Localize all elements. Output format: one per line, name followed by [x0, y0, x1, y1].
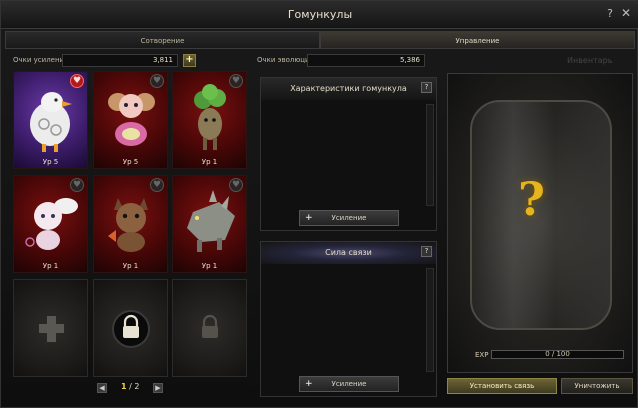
- prev-page-button[interactable]: ◀: [97, 383, 107, 393]
- homunculus-level: Ур 1: [201, 158, 218, 166]
- lock-icon: [112, 310, 150, 348]
- evolution-points-value: 5,386: [307, 54, 425, 67]
- homunculus-slot[interactable]: ♥ Ур 1: [172, 175, 247, 273]
- favorite-heart-icon[interactable]: ♥: [229, 178, 243, 192]
- next-page-button[interactable]: ▶: [153, 383, 163, 393]
- bond-scrollbar[interactable]: [426, 268, 434, 372]
- favorite-heart-icon[interactable]: ♥: [70, 178, 84, 192]
- exp-value: 0 / 100: [545, 350, 570, 358]
- bond-boost-button[interactable]: + Усиление: [299, 376, 399, 392]
- homunculus-slot[interactable]: ♥ Ур 5: [13, 71, 88, 169]
- add-boost-button[interactable]: +: [183, 54, 196, 67]
- boost-points-label: Очки усиления: [13, 56, 69, 64]
- favorite-heart-icon[interactable]: ♥: [150, 178, 164, 192]
- homunculus-grid: ♥ Ур 5 ♥ Ур 5 ♥ Ур 1 ♥ Ур 1 ♥ Ур 1 ♥ Ур …: [13, 71, 247, 377]
- homunculus-level: Ур 5: [42, 158, 59, 166]
- bond-panel: Сила связи ? + Усиление: [260, 241, 437, 397]
- characteristics-scrollbar[interactable]: [426, 104, 434, 206]
- characteristics-help-icon[interactable]: ?: [421, 82, 432, 93]
- bind-button[interactable]: Установить связь: [447, 378, 557, 394]
- lock-icon: [202, 314, 218, 338]
- favorite-heart-icon[interactable]: ♥: [150, 74, 164, 88]
- homunculus-slot[interactable]: ♥ Ур 1: [172, 71, 247, 169]
- exp-label: EXP: [475, 351, 489, 359]
- homunculus-slot[interactable]: ♥ Ур 5: [93, 71, 168, 169]
- current-page: 1: [121, 382, 127, 391]
- homunculus-vessel: ?: [447, 73, 633, 373]
- plus-icon: +: [305, 213, 313, 223]
- inventory-link[interactable]: Инвентарь: [567, 56, 612, 65]
- homunculus-level: Ур 5: [122, 158, 139, 166]
- homunculus-level: Ур 1: [201, 262, 218, 270]
- favorite-heart-icon[interactable]: ♥: [70, 74, 84, 88]
- characteristics-panel: Характеристики гомункула ? + Усиление: [260, 77, 437, 231]
- tab-management[interactable]: Управление: [320, 31, 635, 49]
- homunculus-level: Ур 1: [42, 262, 59, 270]
- page-indicator: 1 / 2: [121, 382, 139, 391]
- close-icon[interactable]: ✕: [621, 6, 631, 20]
- evolution-points-label: Очки эволюции: [257, 56, 315, 64]
- boost-points-value: 3,811: [62, 54, 178, 67]
- characteristics-boost-button[interactable]: + Усиление: [299, 210, 399, 226]
- tab-bar: Сотворение Управление: [5, 31, 635, 49]
- total-pages: / 2: [129, 382, 140, 391]
- favorite-heart-icon[interactable]: ♥: [229, 74, 243, 88]
- bond-title: Сила связи: [261, 242, 436, 264]
- title-bar: Гомункулы ? ✕: [1, 1, 638, 29]
- window-title: Гомункулы: [287, 8, 353, 21]
- homunculus-level: Ур 1: [122, 262, 139, 270]
- bond-help-icon[interactable]: ?: [421, 246, 432, 257]
- homunculus-slot[interactable]: ♥ Ур 1: [93, 175, 168, 273]
- homunculus-slot[interactable]: ♥ Ур 1: [13, 175, 88, 273]
- help-icon[interactable]: ?: [607, 7, 613, 20]
- boost-points-row: Очки усиления 3,811 +: [1, 54, 201, 67]
- empty-slot-add[interactable]: [13, 279, 88, 377]
- evolution-points-row: Очки эволюции 5,386: [251, 54, 431, 67]
- locked-slot[interactable]: [93, 279, 168, 377]
- plus-icon: +: [305, 379, 313, 389]
- plus-icon: [39, 316, 64, 342]
- characteristics-title: Характеристики гомункула: [261, 78, 436, 100]
- destroy-button[interactable]: Уничтожить: [561, 378, 633, 394]
- unknown-homunculus-icon: ?: [518, 172, 545, 226]
- tab-creation[interactable]: Сотворение: [5, 31, 320, 49]
- characteristics-boost-label: Усиление: [331, 214, 367, 222]
- bond-boost-label: Усиление: [331, 380, 367, 388]
- locked-slot[interactable]: [172, 279, 247, 377]
- homunculus-window: Гомункулы ? ✕ Сотворение Управление Очки…: [0, 0, 638, 408]
- exp-bar: 0 / 100: [491, 350, 624, 359]
